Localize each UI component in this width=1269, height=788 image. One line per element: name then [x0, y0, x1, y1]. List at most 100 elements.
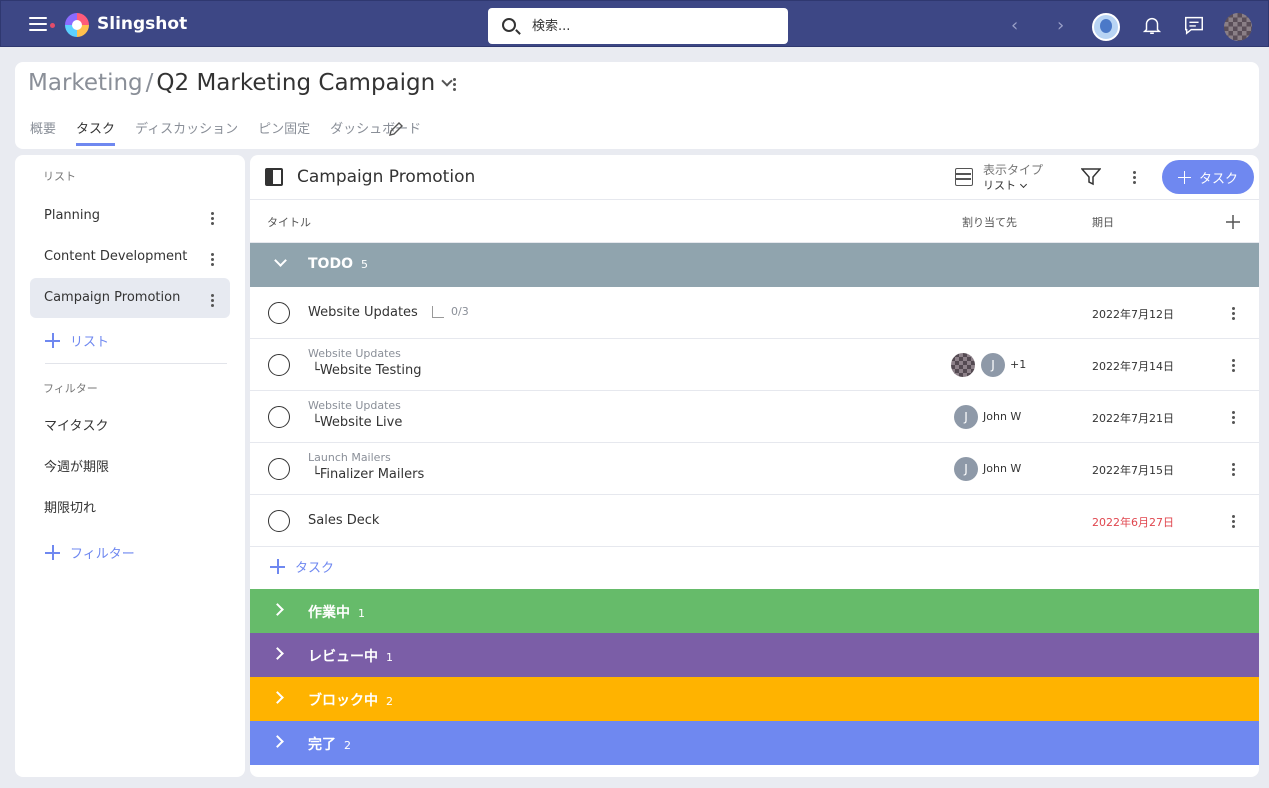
add-list-button[interactable]: リスト: [45, 331, 109, 350]
due-date[interactable]: 2022年7月21日: [1092, 410, 1174, 426]
sidebar-item-overdue[interactable]: 期限切れ: [30, 489, 230, 529]
tab-tasks[interactable]: タスク: [76, 118, 116, 146]
add-task-button[interactable]: タスク: [1162, 160, 1254, 194]
plus-icon: [270, 559, 285, 574]
group-todo[interactable]: TODO 5: [250, 243, 1259, 287]
view-type-select[interactable]: リスト: [983, 177, 1028, 193]
tab-discussion[interactable]: ディスカッション: [135, 118, 238, 146]
more-options-icon[interactable]: [1232, 357, 1236, 374]
page-title[interactable]: Q2 Marketing Campaign: [156, 70, 435, 96]
task-panel: Campaign Promotion 表示タイプ リスト タスク タイトル 割り…: [250, 155, 1259, 777]
task-checkbox[interactable]: [268, 510, 290, 532]
lists-section-label: リスト: [43, 170, 76, 183]
task-name[interactable]: └Website Live: [312, 415, 402, 430]
filter-icon[interactable]: [1081, 168, 1101, 186]
due-date[interactable]: 2022年7月12日: [1092, 306, 1174, 322]
plus-icon: [1177, 170, 1191, 184]
divider: [45, 363, 227, 364]
task-name[interactable]: └Finalizer Mailers: [312, 467, 424, 482]
menu-icon[interactable]: [29, 17, 55, 31]
task-checkbox[interactable]: [268, 302, 290, 324]
search-input[interactable]: [532, 16, 772, 36]
chevron-down-icon: [1019, 180, 1028, 189]
collapse-sidebar-icon[interactable]: [265, 168, 283, 186]
task-row[interactable]: Website Updates └Website Live J John W 2…: [250, 391, 1259, 443]
view-type-icon[interactable]: [955, 168, 973, 186]
sidebar-item-planning[interactable]: Planning: [30, 196, 230, 236]
user-avatar[interactable]: [1092, 13, 1120, 41]
avatar[interactable]: [951, 353, 975, 377]
more-options-icon[interactable]: [453, 76, 457, 93]
group-blocked[interactable]: ブロック中 2: [250, 677, 1259, 721]
add-task-link[interactable]: タスク: [270, 557, 334, 576]
tab-dashboard[interactable]: ダッシュボード: [330, 118, 421, 146]
due-date[interactable]: 2022年6月27日: [1092, 514, 1174, 530]
group-count: 2: [344, 739, 351, 752]
add-column-icon[interactable]: [1225, 214, 1241, 230]
column-title[interactable]: タイトル: [267, 214, 311, 230]
group-name: TODO: [308, 256, 353, 272]
more-options-icon[interactable]: [1232, 305, 1236, 322]
task-checkbox[interactable]: [268, 354, 290, 376]
group-done[interactable]: 完了 2: [250, 721, 1259, 765]
sidebar-item-my-tasks[interactable]: マイタスク: [30, 407, 230, 447]
add-list-label: リスト: [70, 335, 110, 350]
due-date[interactable]: 2022年7月14日: [1092, 358, 1174, 374]
task-row[interactable]: Launch Mailers └Finalizer Mailers J John…: [250, 443, 1259, 495]
group-count: 1: [358, 607, 365, 620]
column-due[interactable]: 期日: [1092, 214, 1114, 230]
slingshot-logo-icon[interactable]: [65, 13, 89, 37]
search-box[interactable]: [488, 8, 788, 44]
breadcrumb-parent[interactable]: Marketing: [28, 70, 143, 96]
task-row[interactable]: Website Updates └Website Testing J +1 20…: [250, 339, 1259, 391]
task-checkbox[interactable]: [268, 406, 290, 428]
brand-name: Slingshot: [97, 14, 188, 34]
task-checkbox[interactable]: [268, 458, 290, 480]
task-row[interactable]: Website Updates 0/3 2022年7月12日: [250, 287, 1259, 339]
sidebar-item-label: マイタスク: [44, 419, 109, 434]
assignee-extra-count[interactable]: +1: [1010, 358, 1026, 371]
group-in-progress[interactable]: 作業中 1: [250, 589, 1259, 633]
avatar[interactable]: J: [954, 457, 978, 481]
forward-arrow-icon[interactable]: ›: [1057, 15, 1064, 36]
task-name[interactable]: Sales Deck: [308, 513, 379, 528]
tab-pinned[interactable]: ピン固定: [258, 118, 310, 146]
assignee-name[interactable]: John W: [983, 410, 1021, 423]
task-row[interactable]: Sales Deck 2022年6月27日: [250, 495, 1259, 547]
more-options-icon[interactable]: [1133, 169, 1137, 186]
chevron-right-icon: [271, 735, 284, 748]
sidebar-item-label: Campaign Promotion: [44, 290, 181, 305]
task-name[interactable]: └Website Testing: [312, 363, 421, 378]
more-options-icon[interactable]: [1232, 409, 1236, 426]
sidebar-item-due-this-week[interactable]: 今週が期限: [30, 448, 230, 488]
chevron-down-icon: [274, 254, 287, 267]
sidebar-item-campaign-promotion[interactable]: Campaign Promotion: [30, 278, 230, 318]
more-options-icon[interactable]: [1232, 461, 1236, 478]
sidebar-item-content-development[interactable]: Content Development: [30, 237, 230, 277]
bell-icon[interactable]: [1140, 14, 1164, 36]
column-assignee[interactable]: 割り当て先: [962, 214, 1017, 230]
chevron-down-icon[interactable]: [441, 75, 453, 87]
more-options-icon[interactable]: [211, 210, 215, 227]
avatar[interactable]: J: [981, 353, 1005, 377]
group-name: レビュー中: [308, 649, 378, 665]
avatar[interactable]: J: [954, 405, 978, 429]
account-avatar[interactable]: [1224, 13, 1252, 41]
group-in-review[interactable]: レビュー中 1: [250, 633, 1259, 677]
sidebar-item-label: Planning: [44, 208, 100, 223]
assignee-name[interactable]: John W: [983, 462, 1021, 475]
chat-icon[interactable]: [1182, 14, 1206, 36]
due-date[interactable]: 2022年7月15日: [1092, 462, 1174, 478]
more-options-icon[interactable]: [1232, 513, 1236, 530]
pencil-icon[interactable]: [388, 121, 404, 137]
tab-overview[interactable]: 概要: [30, 118, 56, 146]
parent-task-name: Website Updates: [308, 399, 401, 412]
breadcrumb-separator: /: [145, 70, 154, 96]
add-filter-button[interactable]: フィルター: [45, 543, 135, 562]
group-name: ブロック中: [308, 693, 378, 709]
task-name[interactable]: Website Updates: [308, 305, 418, 320]
more-options-icon[interactable]: [211, 251, 215, 268]
back-arrow-icon[interactable]: ‹: [1011, 15, 1018, 36]
more-options-icon[interactable]: [211, 292, 215, 309]
group-count: 1: [386, 651, 393, 664]
